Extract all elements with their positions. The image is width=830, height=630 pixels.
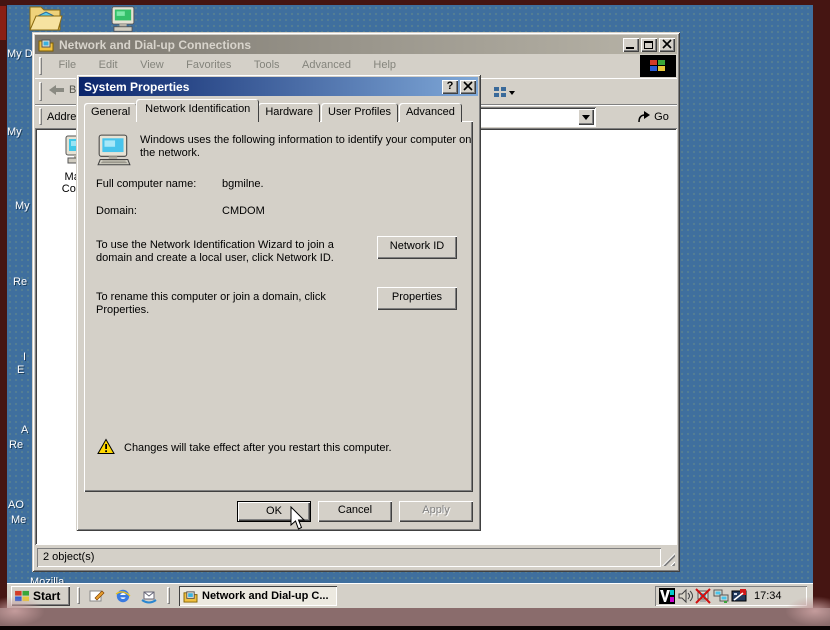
status-text: 2 object(s): [37, 548, 661, 567]
desktop-label[interactable]: Me: [11, 514, 26, 526]
dialog-close-button[interactable]: [460, 80, 476, 94]
menu-edit[interactable]: Edit: [90, 54, 127, 71]
windows-logo-icon: [650, 59, 666, 73]
network-id-button[interactable]: Network ID: [377, 236, 457, 259]
close-icon: [461, 80, 475, 92]
dialog-titlebar[interactable]: System Properties ?: [79, 77, 478, 96]
tab-hardware[interactable]: Hardware: [258, 103, 320, 122]
full-computer-name-value: bgmilne.: [222, 178, 264, 191]
go-arrow-icon: [637, 111, 651, 124]
warning-icon: [97, 438, 115, 455]
desktop-label[interactable]: A: [21, 424, 28, 436]
task-button-label: Network and Dial-up C...: [202, 590, 329, 602]
window-title: Network and Dial-up Connections: [59, 38, 621, 52]
address-dropdown-button[interactable]: [578, 109, 594, 125]
back-arrow-icon: [49, 84, 65, 96]
tab-strip: General Network Identification Hardware …: [84, 99, 463, 122]
menu-tools[interactable]: Tools: [245, 54, 289, 71]
toolbar-drag-handle[interactable]: [39, 82, 42, 101]
intro-text: Windows uses the following information t…: [140, 134, 472, 160]
address-label: Addre: [47, 111, 76, 123]
help-button[interactable]: ?: [442, 80, 458, 94]
minimize-button[interactable]: [623, 38, 639, 52]
taskbar-clock[interactable]: 17:34: [754, 590, 782, 602]
resize-grip[interactable]: [662, 553, 675, 566]
desktop-label[interactable]: I: [23, 351, 26, 363]
go-button[interactable]: Go: [633, 107, 673, 127]
outlook-express-icon: [141, 588, 157, 604]
vnc-icon[interactable]: [659, 588, 675, 604]
my-computer-icon[interactable]: [108, 5, 138, 34]
menu-favorites[interactable]: Favorites: [177, 54, 240, 71]
menu-view[interactable]: View: [131, 54, 173, 71]
warning-text: Changes will take effect after you resta…: [124, 442, 454, 455]
system-properties-dialog: System Properties ? General Network Iden…: [76, 74, 481, 531]
desktop-label[interactable]: Re: [9, 439, 23, 451]
menu-help[interactable]: Help: [364, 54, 405, 71]
properties-button[interactable]: Properties: [377, 287, 457, 310]
desktop-label[interactable]: E: [17, 364, 24, 376]
apply-button: Apply: [399, 501, 473, 522]
network-identification-page: Windows uses the following information t…: [84, 121, 473, 492]
tab-advanced[interactable]: Advanced: [399, 103, 462, 122]
internet-explorer-icon: [115, 588, 131, 604]
folder-connection-icon: [38, 38, 54, 52]
keyboard-layout-icon[interactable]: [731, 588, 747, 604]
internet-explorer-button[interactable]: [113, 587, 133, 604]
taskbar-task-button[interactable]: Network and Dial-up C...: [179, 586, 337, 606]
views-button[interactable]: [487, 82, 521, 102]
menu-advanced[interactable]: Advanced: [293, 54, 360, 71]
windows-logo-throbber: [640, 55, 676, 77]
desktop-label[interactable]: My: [7, 126, 22, 138]
window-titlebar[interactable]: Network and Dial-up Connections: [35, 35, 677, 54]
go-button-label: Go: [654, 111, 669, 123]
quicklaunch-drag-handle[interactable]: [77, 587, 80, 604]
menu-drag-handle[interactable]: [39, 57, 42, 75]
desktop: My D My My Re I E A Re AO Me Mozilla Net…: [7, 5, 813, 608]
tab-network-identification[interactable]: Network Identification: [136, 99, 259, 122]
desktop-label[interactable]: My D: [7, 48, 33, 60]
dialog-title: System Properties: [84, 80, 440, 94]
mouse-cursor: [290, 506, 308, 532]
close-button[interactable]: [659, 38, 675, 52]
frame-bottom-edge: [0, 626, 830, 630]
frame-bottom-strip: [0, 608, 830, 626]
addressbar-drag-handle[interactable]: [39, 108, 42, 125]
full-computer-name-label: Full computer name:: [96, 178, 196, 191]
frame-accent: [0, 6, 6, 40]
desktop-label[interactable]: My: [15, 200, 30, 212]
back-button[interactable]: B: [49, 84, 76, 96]
chevron-down-icon: [582, 115, 590, 124]
outer-frame: My D My My Re I E A Re AO Me Mozilla Net…: [0, 0, 830, 630]
tab-general[interactable]: General: [84, 103, 137, 122]
properties-text: To rename this computer or join a domain…: [96, 291, 362, 317]
desktop-label[interactable]: Re: [13, 276, 27, 288]
chevron-down-icon: [509, 91, 515, 98]
network-disconnected-icon[interactable]: [695, 588, 711, 604]
outlook-express-button[interactable]: [139, 587, 159, 604]
maximize-button[interactable]: [641, 38, 657, 52]
views-grid-icon: [493, 86, 507, 99]
network-computers-icon[interactable]: [713, 588, 729, 604]
menu-file[interactable]: File: [49, 54, 85, 71]
show-desktop-icon: [89, 588, 105, 604]
show-desktop-button[interactable]: [87, 587, 107, 604]
domain-label: Domain:: [96, 205, 137, 218]
folder-connection-icon: [183, 590, 198, 603]
system-tray: 17:34: [655, 586, 807, 606]
cancel-button[interactable]: Cancel: [318, 501, 392, 522]
my-documents-icon[interactable]: [28, 2, 64, 34]
computer-icon: [96, 134, 132, 168]
status-bar: 2 object(s): [35, 545, 677, 569]
domain-value: CMDOM: [222, 205, 265, 218]
taskbar: Start: [7, 583, 813, 608]
network-id-text: To use the Network Identification Wizard…: [96, 239, 362, 265]
tab-user-profiles[interactable]: User Profiles: [321, 103, 398, 122]
desktop-label[interactable]: AO: [8, 499, 24, 511]
volume-icon[interactable]: [677, 588, 693, 604]
tasklist-drag-handle[interactable]: [167, 587, 170, 604]
close-icon: [660, 38, 674, 50]
